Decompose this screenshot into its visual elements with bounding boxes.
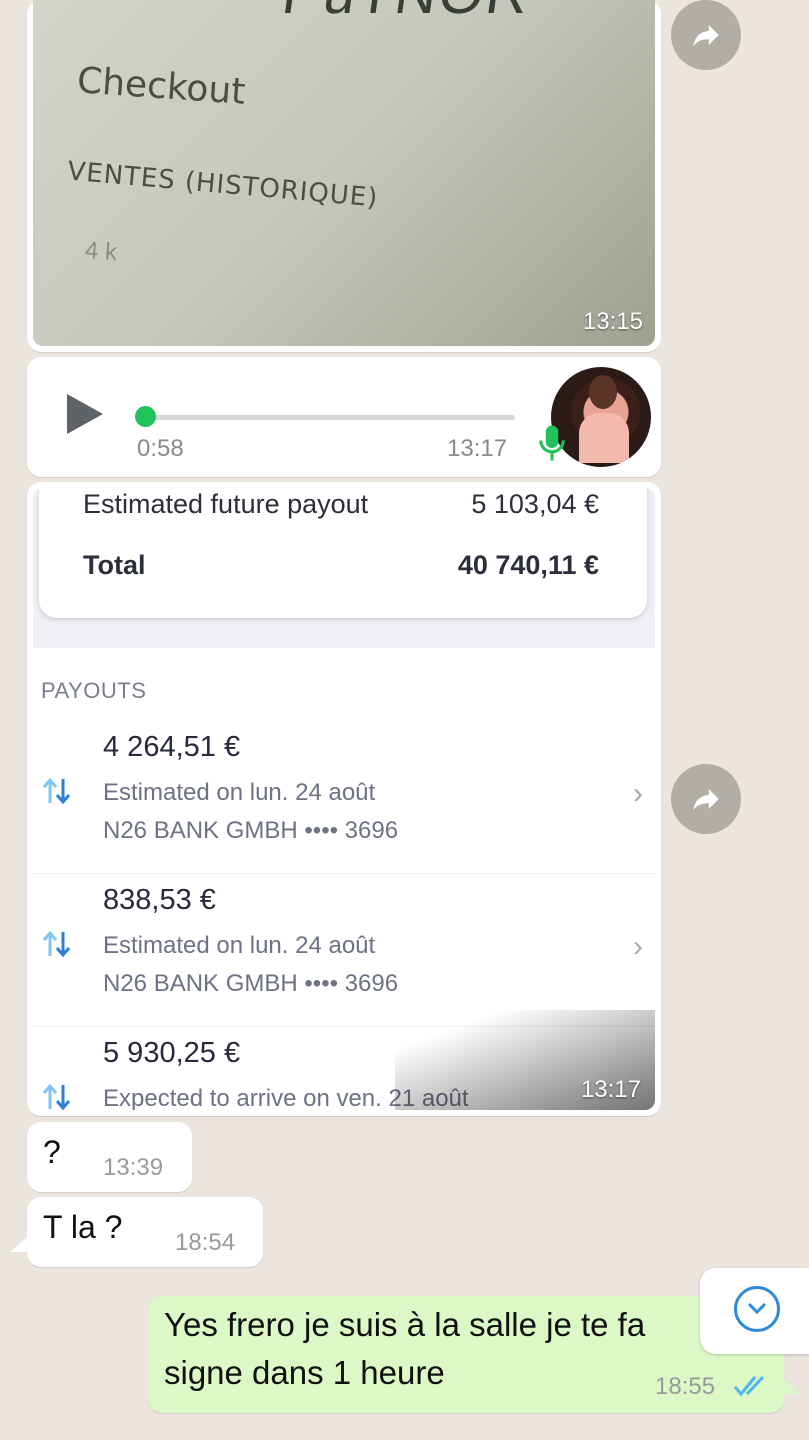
bubble-tail xyxy=(782,1378,800,1394)
total-value: 40 740,11 € xyxy=(457,550,599,580)
payout-row[interactable]: 838,53 € Estimated on lun. 24 août N26 B… xyxy=(33,874,655,1027)
payout-amount: 5 930,25 € xyxy=(103,1037,241,1069)
payout-arrows-icon xyxy=(42,1083,71,1110)
photo-text-big: PuTNOR xyxy=(278,0,535,27)
photo-text-value: 4 k xyxy=(84,236,118,267)
payout-bank: N26 BANK GMBH •••• 3696 xyxy=(103,970,399,997)
play-icon[interactable] xyxy=(67,394,103,434)
message-bubble-out[interactable]: Yes frero je suis à la salle je te fa si… xyxy=(148,1296,784,1413)
read-ticks-icon xyxy=(733,1375,765,1397)
payout-row[interactable]: 4 264,51 € Estimated on lun. 24 août N26… xyxy=(33,721,655,874)
summary-section: Estimated future payout 5 103,04 € Total… xyxy=(33,488,655,648)
voice-message[interactable]: 0:58 13:17 xyxy=(27,357,661,477)
bubble-tail xyxy=(10,1236,28,1252)
screenshot-message[interactable]: Estimated future payout 5 103,04 € Total… xyxy=(27,482,661,1116)
payout-amount: 4 264,51 € xyxy=(103,731,241,763)
avatar-head xyxy=(589,375,617,409)
summary-card: Estimated future payout 5 103,04 € Total… xyxy=(39,488,647,618)
message-time: 13:39 xyxy=(103,1154,164,1181)
scroll-down-icon xyxy=(734,1286,780,1332)
message-text: T la ? xyxy=(43,1209,123,1245)
payout-date: Estimated on lun. 24 août xyxy=(103,779,376,806)
avatar-shirt xyxy=(579,413,629,463)
total-label: Total xyxy=(83,550,146,580)
message-time: 18:54 xyxy=(175,1229,236,1256)
voice-progress-track[interactable] xyxy=(145,415,515,420)
screenshot-time: 13:17 xyxy=(580,1076,641,1103)
message-text-line2: signe dans 1 heure xyxy=(164,1354,445,1391)
voice-duration: 0:58 xyxy=(137,435,184,462)
payout-arrows-icon xyxy=(42,777,71,805)
payouts-heading: PAYOUTS xyxy=(41,678,147,703)
forward-icon xyxy=(693,25,719,47)
photo-message[interactable]: PuTNOR Checkout VENTES (HISTORIQUE) 4 k … xyxy=(27,0,661,352)
forward-button-screenshot[interactable] xyxy=(671,764,741,834)
payout-amount: 838,53 € xyxy=(103,884,216,916)
payout-bank: N26 BANK GMBH •••• 3696 xyxy=(103,817,399,844)
photo-time: 13:15 xyxy=(582,308,643,335)
photo-image[interactable]: PuTNOR Checkout VENTES (HISTORIQUE) 4 k … xyxy=(33,0,655,346)
photo-text-checkout: Checkout xyxy=(75,60,247,113)
forward-button-photo[interactable] xyxy=(671,0,741,70)
voice-time: 13:17 xyxy=(447,435,508,462)
photo-text-ventes: VENTES (HISTORIQUE) xyxy=(66,156,380,214)
forward-icon xyxy=(693,789,719,811)
scroll-down-button[interactable] xyxy=(700,1268,809,1354)
message-time: 18:55 xyxy=(655,1373,716,1400)
payout-arrows-icon xyxy=(42,930,71,958)
message-bubble-in[interactable]: ? 13:39 xyxy=(27,1122,192,1192)
estimated-payout-value: 5 103,04 € xyxy=(471,489,599,519)
mic-icon xyxy=(539,425,565,461)
message-text: ? xyxy=(43,1134,61,1170)
message-bubble-in[interactable]: T la ? 18:54 xyxy=(27,1197,263,1267)
voice-progress-handle[interactable] xyxy=(135,406,156,427)
chevron-right-icon[interactable]: › xyxy=(633,930,643,964)
message-text-line1: Yes frero je suis à la salle je te fa xyxy=(164,1306,646,1343)
screenshot-image[interactable]: Estimated future payout 5 103,04 € Total… xyxy=(33,488,655,1110)
chevron-right-icon[interactable]: › xyxy=(633,777,643,811)
payout-date: Estimated on lun. 24 août xyxy=(103,932,376,959)
estimated-payout-label: Estimated future payout xyxy=(83,489,369,519)
